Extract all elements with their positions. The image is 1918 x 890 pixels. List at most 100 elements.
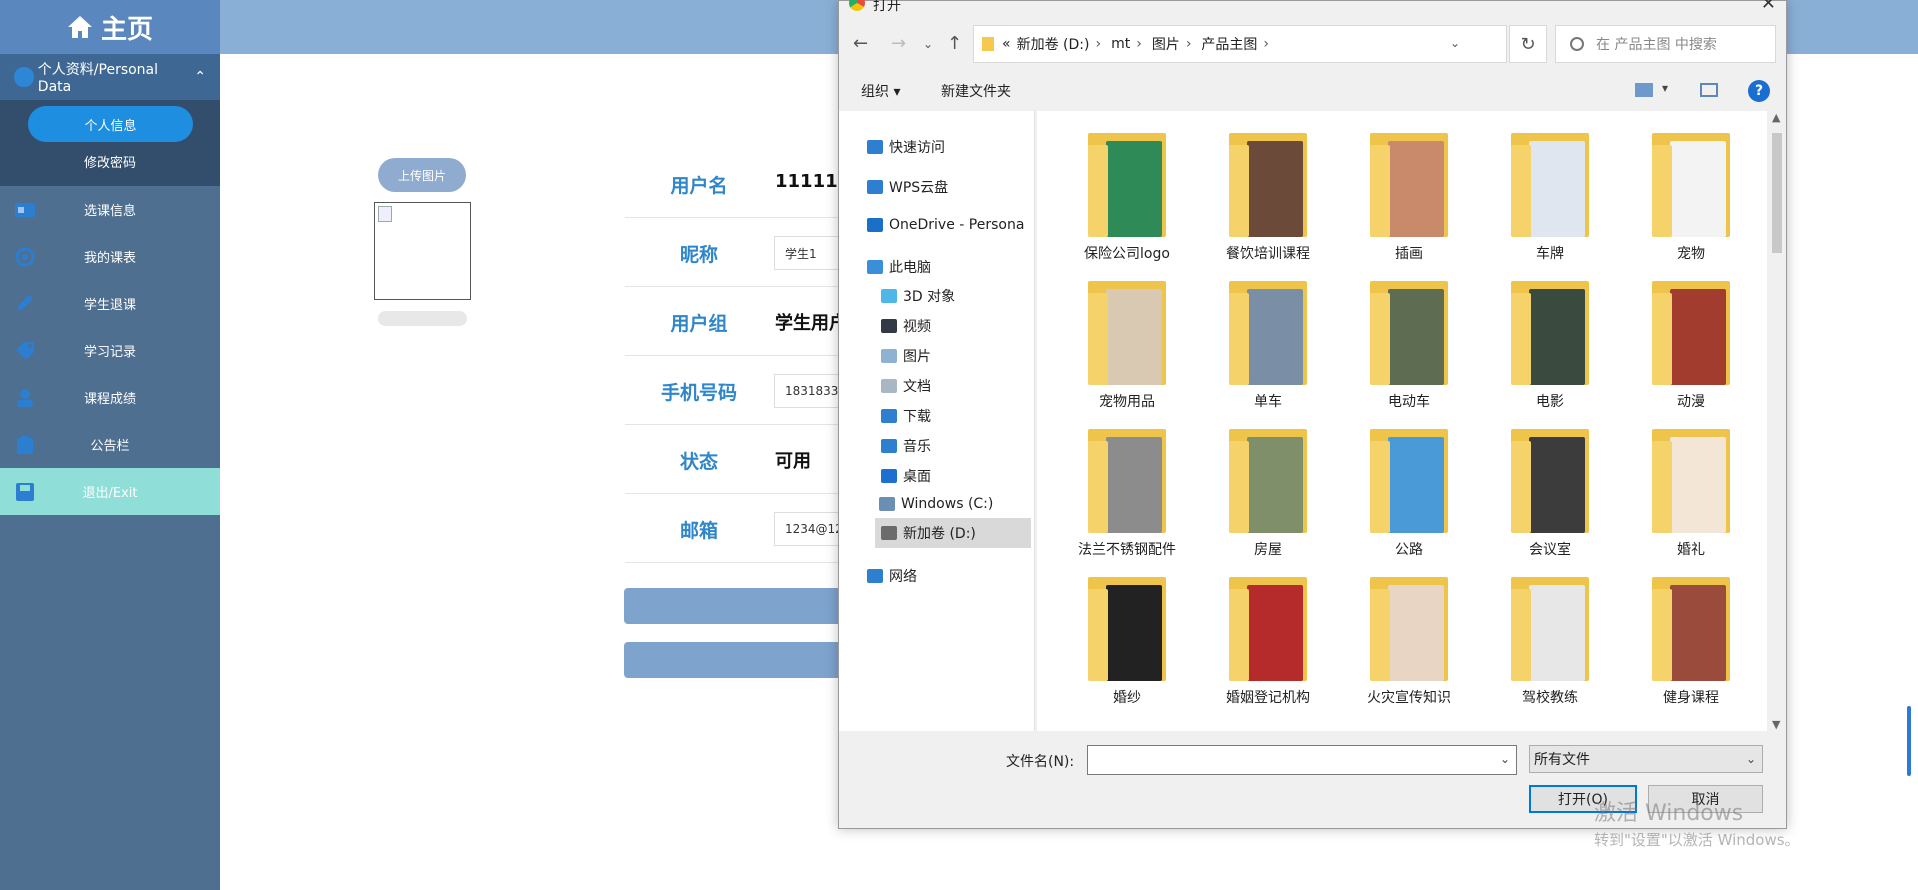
folder-icon <box>1370 577 1448 681</box>
chevron-down-icon[interactable]: ▾ <box>1662 81 1668 95</box>
folder-name: 插画 <box>1395 246 1423 262</box>
folder-item[interactable]: 婚纱 <box>1057 577 1197 707</box>
field-label: 状态 <box>679 451 718 473</box>
filename-input[interactable]: ⌄ <box>1087 745 1517 775</box>
sidebar-group-personal-data[interactable]: 个人资料/Personal Data ⌃ <box>0 54 220 100</box>
folder-icon <box>982 37 994 51</box>
refresh-icon[interactable]: ↻ <box>1509 25 1547 63</box>
folder-item[interactable]: 火灾宣传知识 <box>1339 577 1479 707</box>
address-row: ← → ⌄ ↑ « 新加卷 (D:) › mt › 图片 › 产品主图 › ⌄ … <box>839 25 1786 65</box>
nav-item[interactable]: OneDrive - Persona <box>867 217 1024 233</box>
sidebar-item-personal-info[interactable]: 个人信息 <box>28 106 193 142</box>
view-icon[interactable] <box>1635 83 1653 97</box>
sidebar-submenu: 个人信息 修改密码 <box>0 100 220 186</box>
sidebar-item-course-grades[interactable]: 课程成绩 <box>0 374 220 421</box>
chevron-down-icon[interactable]: ⌄ <box>1450 36 1460 50</box>
nav-item[interactable]: 视频 <box>881 316 931 336</box>
folder-item[interactable]: 健身课程 <box>1621 577 1761 707</box>
nav-item[interactable]: 图片 <box>881 346 931 366</box>
folder-icon <box>1088 133 1166 237</box>
breadcrumb-item[interactable]: 产品主图 <box>1201 34 1257 54</box>
up-arrow-icon[interactable]: ↑ <box>947 33 962 54</box>
folder-item[interactable]: 宠物用品 <box>1057 281 1197 411</box>
scrollbar-thumb[interactable] <box>1772 133 1782 253</box>
secondary-button[interactable] <box>624 642 844 678</box>
nav-item[interactable]: 网络 <box>867 566 917 586</box>
nav-item[interactable]: 3D 对象 <box>881 286 955 306</box>
folder-item[interactable]: 车牌 <box>1480 133 1620 263</box>
folder-item[interactable]: 公路 <box>1339 429 1479 559</box>
sidebar-item-study-records[interactable]: 学习记录 <box>0 327 220 374</box>
nav-item[interactable]: 此电脑 <box>867 257 931 277</box>
organize-button[interactable]: 组织 ▾ <box>861 81 900 101</box>
scrollbar[interactable]: ▲ ▼ <box>1768 111 1786 731</box>
folder-name: 驾校教练 <box>1522 690 1578 706</box>
nav-item[interactable]: 下载 <box>881 406 931 426</box>
scroll-down-icon[interactable]: ▼ <box>1772 718 1780 731</box>
folder-icon <box>1370 429 1448 533</box>
folder-name: 健身课程 <box>1663 690 1719 706</box>
search-input[interactable]: 在 产品主图 中搜索 <box>1555 25 1776 63</box>
scroll-up-icon[interactable]: ▲ <box>1772 111 1780 124</box>
breadcrumb-overflow[interactable]: « <box>1002 36 1011 52</box>
breadcrumb-item[interactable]: 图片 <box>1152 34 1180 54</box>
folder-name: 车牌 <box>1536 246 1564 262</box>
folder-item[interactable]: 会议室 <box>1480 429 1620 559</box>
nav-item-label: 文档 <box>903 379 931 395</box>
folder-item[interactable]: 餐饮培训课程 <box>1198 133 1338 263</box>
nav-item[interactable]: Windows (C:) <box>879 496 993 512</box>
filename-label: 文件名(N): <box>1006 754 1075 770</box>
help-icon[interactable]: ? <box>1748 80 1770 102</box>
folder-icon <box>1652 429 1730 533</box>
field-label: 用户名 <box>670 175 728 197</box>
home-icon <box>67 16 92 38</box>
nav-item[interactable]: 新加卷 (D:) <box>875 518 1031 548</box>
folder-item[interactable]: 宠物 <box>1621 133 1761 263</box>
nav-item-label: 音乐 <box>903 439 931 455</box>
folder-item[interactable]: 驾校教练 <box>1480 577 1620 707</box>
forward-arrow-icon[interactable]: → <box>891 33 906 54</box>
nav-item[interactable]: WPS云盘 <box>867 177 948 197</box>
picture-icon <box>881 349 897 363</box>
recent-chevron-icon[interactable]: ⌄ <box>923 37 933 51</box>
sidebar-item-bulletin[interactable]: 公告栏 <box>0 421 220 468</box>
folder-item[interactable]: 单车 <box>1198 281 1338 411</box>
field-label: 昵称 <box>679 244 718 266</box>
address-bar[interactable]: « 新加卷 (D:) › mt › 图片 › 产品主图 › ⌄ <box>973 25 1507 63</box>
folder-item[interactable]: 电动车 <box>1339 281 1479 411</box>
upload-image-button[interactable]: 上传图片 <box>378 158 466 192</box>
nav-item[interactable]: 桌面 <box>881 466 931 486</box>
nav-item-label: 图片 <box>903 349 931 365</box>
sidebar-item-change-password[interactable]: 修改密码 <box>0 152 220 171</box>
nav-item[interactable]: 音乐 <box>881 436 931 456</box>
side-handle[interactable] <box>1907 706 1911 776</box>
sidebar-item-my-timetable[interactable]: 我的课表 <box>0 233 220 280</box>
breadcrumb-separator-icon: › <box>1263 36 1270 52</box>
sidebar-item-course-selection[interactable]: 选课信息 <box>0 186 220 233</box>
close-icon[interactable]: ✕ <box>1761 0 1776 14</box>
back-arrow-icon[interactable]: ← <box>853 33 868 54</box>
folder-item[interactable]: 房屋 <box>1198 429 1338 559</box>
folder-item[interactable]: 保险公司logo <box>1057 133 1197 263</box>
nav-item-label: 下载 <box>903 409 931 425</box>
home-header[interactable]: 主页 <box>0 0 220 54</box>
breadcrumb-item[interactable]: 新加卷 (D:) <box>1017 34 1090 54</box>
new-folder-button[interactable]: 新建文件夹 <box>941 81 1011 101</box>
folder-item[interactable]: 电影 <box>1480 281 1620 411</box>
breadcrumb-separator-icon: › <box>1095 36 1102 52</box>
folder-item[interactable]: 插画 <box>1339 133 1479 263</box>
nav-item[interactable]: 快速访问 <box>867 137 945 157</box>
sidebar-item-drop-course[interactable]: 学生退课 <box>0 280 220 327</box>
folder-item[interactable]: 婚礼 <box>1621 429 1761 559</box>
folder-item[interactable]: 婚姻登记机构 <box>1198 577 1338 707</box>
chevron-down-icon[interactable]: ⌄ <box>1500 752 1510 766</box>
preview-pane-icon[interactable] <box>1700 83 1718 97</box>
filetype-select[interactable]: 所有文件 ⌄ <box>1529 745 1763 773</box>
dialog-toolbar: 组织 ▾ 新建文件夹 ▾ ? <box>839 73 1786 109</box>
submit-button[interactable] <box>624 588 844 624</box>
breadcrumb-item[interactable]: mt <box>1111 36 1130 52</box>
nav-item[interactable]: 文档 <box>881 376 931 396</box>
sidebar-item-exit[interactable]: 退出/Exit <box>0 468 220 515</box>
folder-item[interactable]: 动漫 <box>1621 281 1761 411</box>
folder-item[interactable]: 法兰不锈钢配件 <box>1057 429 1197 559</box>
